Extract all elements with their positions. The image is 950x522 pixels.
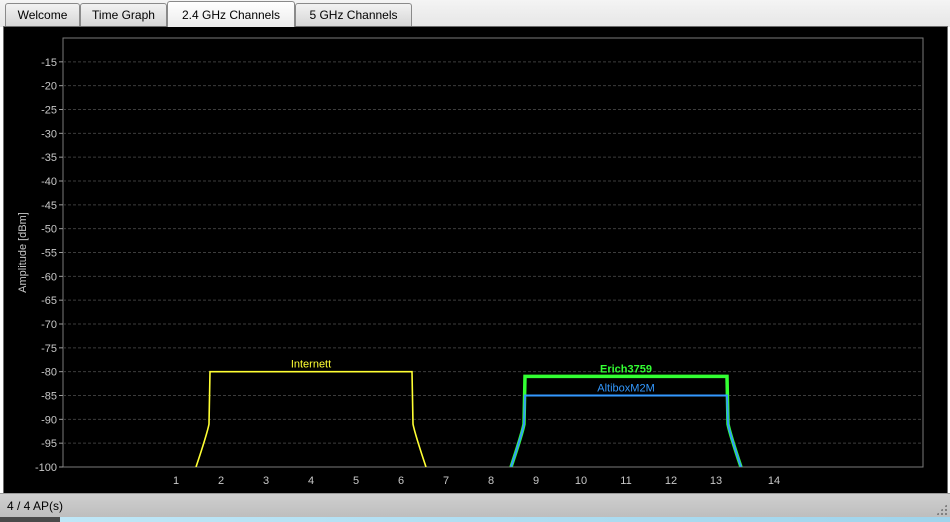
y-tick-label: -55: [41, 248, 57, 260]
signal-label-altiboxm2m: AltiboxM2M: [597, 383, 654, 395]
y-tick-label: -90: [41, 414, 57, 426]
y-tick-label: -75: [41, 343, 57, 355]
x-tick-label: 11: [620, 475, 631, 487]
x-tick-label: 14: [768, 475, 780, 487]
signal-label-erich3759: Erich3759: [600, 363, 652, 375]
tab-2-4-ghz-channels[interactable]: 2.4 GHz Channels: [167, 1, 295, 27]
y-tick-label: -50: [41, 224, 57, 236]
y-tick-label: -40: [41, 176, 57, 188]
ap-count-label: 4 / 4 AP(s): [7, 499, 64, 513]
x-tick-label: 12: [665, 475, 677, 487]
y-tick-label: -35: [41, 152, 57, 164]
y-tick-label: -70: [41, 319, 57, 331]
y-tick-label: -20: [41, 81, 57, 93]
tab-bar: Welcome Time Graph 2.4 GHz Channels 5 GH…: [0, 0, 950, 27]
x-tick-label: 7: [443, 475, 449, 487]
y-tick-label: -80: [41, 367, 57, 379]
x-tick-label: 3: [263, 475, 269, 487]
channel-graph-svg: -15 -20 -25 -30 -35 -40 -45 -50 -55 -60 -65 -70 -75 -…: [17, 37, 924, 487]
y-tick-label: -45: [41, 200, 57, 212]
tab-welcome[interactable]: Welcome: [5, 3, 80, 26]
x-tick-label: 9: [533, 475, 539, 487]
x-tick-label: 2: [218, 475, 224, 487]
y-tick-label: -95: [41, 438, 57, 450]
x-tick-label: 8: [488, 475, 494, 487]
y-tick-label: -100: [35, 462, 57, 474]
x-tick-label: 1: [173, 475, 179, 487]
y-tick-label: -15: [41, 57, 57, 69]
tab-5-ghz-channels[interactable]: 5 GHz Channels: [295, 3, 412, 26]
resize-grip-icon[interactable]: [936, 504, 947, 515]
window-bottom-edge: [0, 517, 950, 522]
y-axis-label: Amplitude [dBm]: [17, 212, 29, 293]
x-tick-label: 6: [398, 475, 404, 487]
y-tick-label: -60: [41, 271, 57, 283]
status-bar: 4 / 4 AP(s): [0, 493, 950, 518]
signal-label-internett: Internett: [291, 359, 331, 371]
tab-time-graph[interactable]: Time Graph: [80, 3, 167, 26]
y-tick-label: -25: [41, 105, 57, 117]
x-tick-label: 13: [710, 475, 722, 487]
y-tick-label: -65: [41, 295, 57, 307]
x-tick-label: 5: [353, 475, 359, 487]
channel-graph-panel: -15 -20 -25 -30 -35 -40 -45 -50 -55 -60 -65 -70 -75 -…: [3, 26, 948, 494]
x-tick-label: 10: [575, 475, 587, 487]
x-tick-label: 4: [308, 475, 314, 487]
y-tick-label: -85: [41, 391, 57, 403]
y-tick-label: -30: [41, 128, 57, 140]
